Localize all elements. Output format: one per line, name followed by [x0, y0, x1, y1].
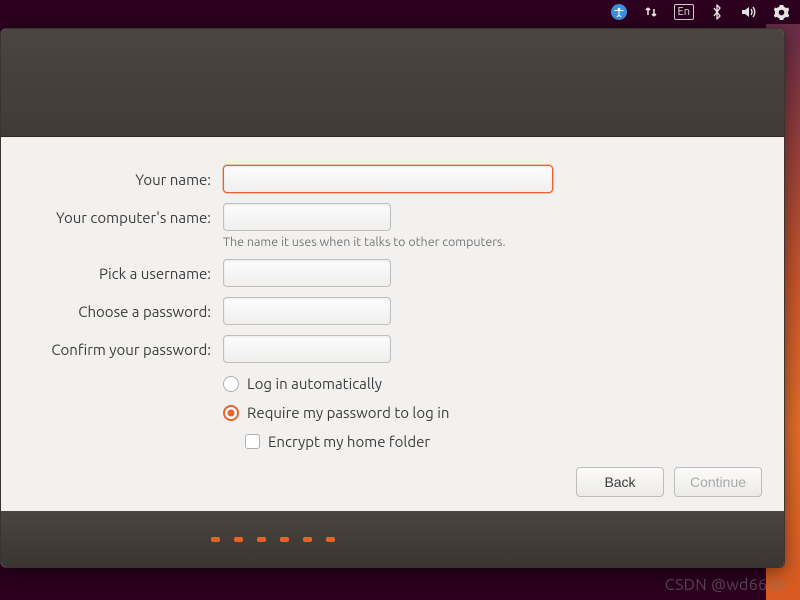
- computer-name-label: Your computer's name:: [31, 209, 211, 226]
- encrypt-home-option[interactable]: Encrypt my home folder: [245, 433, 754, 450]
- password-label: Choose a password:: [31, 303, 211, 320]
- computer-name-hint: The name it uses when it talks to other …: [223, 235, 754, 249]
- back-button[interactable]: Back: [576, 467, 664, 497]
- name-label: Your name:: [31, 171, 211, 188]
- progress-dot: [234, 537, 243, 542]
- login-require-label: Require my password to log in: [247, 404, 449, 421]
- progress-dot: [280, 537, 289, 542]
- password-input[interactable]: [223, 297, 391, 325]
- installer-body: Your name: Your computer's name: The nam…: [1, 137, 784, 511]
- checkbox-icon: [245, 434, 260, 449]
- name-input[interactable]: [223, 165, 553, 193]
- login-require-option[interactable]: Require my password to log in: [223, 404, 754, 421]
- radio-icon: [223, 376, 239, 392]
- slideshow-footer: [1, 511, 784, 567]
- login-auto-label: Log in automatically: [247, 375, 382, 392]
- volume-icon[interactable]: [740, 3, 758, 21]
- window-titlebar[interactable]: [1, 29, 784, 137]
- installer-window: Your name: Your computer's name: The nam…: [0, 28, 785, 568]
- confirm-password-input[interactable]: [223, 335, 391, 363]
- login-auto-option[interactable]: Log in automatically: [223, 375, 754, 392]
- user-setup-form: Your name: Your computer's name: The nam…: [31, 165, 754, 450]
- continue-button[interactable]: Continue: [674, 467, 762, 497]
- accessibility-icon[interactable]: [610, 3, 628, 21]
- bluetooth-icon[interactable]: [708, 3, 726, 21]
- progress-dot: [257, 537, 266, 542]
- encrypt-home-label: Encrypt my home folder: [268, 433, 430, 450]
- progress-dot: [303, 537, 312, 542]
- progress-dot: [326, 537, 335, 542]
- computer-name-input[interactable]: [223, 203, 391, 231]
- network-icon[interactable]: [642, 3, 660, 21]
- input-method-indicator[interactable]: En: [674, 4, 694, 20]
- confirm-password-label: Confirm your password:: [31, 341, 211, 358]
- progress-dot: [211, 537, 220, 542]
- username-label: Pick a username:: [31, 265, 211, 282]
- username-input[interactable]: [223, 259, 391, 287]
- system-gear-icon[interactable]: [772, 3, 790, 21]
- radio-selected-icon: [223, 405, 239, 421]
- system-menubar: En: [0, 0, 800, 24]
- nav-buttons: Back Continue: [576, 467, 762, 497]
